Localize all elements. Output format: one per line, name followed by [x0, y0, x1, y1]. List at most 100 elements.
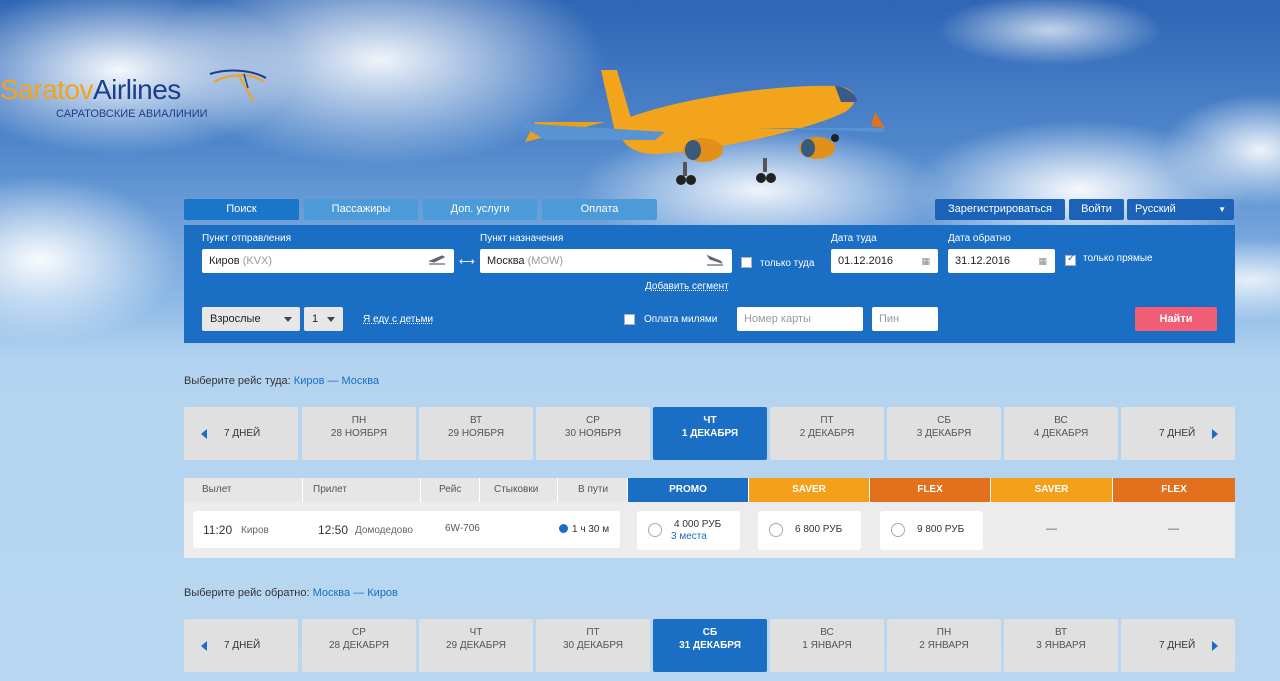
passenger-type-value: Взрослые [210, 313, 261, 325]
day-date: 1 ДЕКАБРЯ [681, 428, 739, 439]
inbound-day[interactable]: ВС 1 ЯНВАРЯ [770, 619, 884, 672]
inbound-day-selected[interactable]: СБ 31 ДЕКАБРЯ [653, 619, 767, 672]
inbound-day[interactable]: ЧТ 29 ДЕКАБРЯ [419, 619, 533, 672]
outbound-day[interactable]: ПН 28 НОЯБРЯ [302, 407, 416, 460]
origin-field[interactable]: Киров (KVX) [202, 249, 454, 273]
flight-results-table: Вылет Прилет Рейс Стыковки В пути PROMO … [184, 478, 1235, 558]
one-way-checkbox[interactable] [741, 257, 752, 268]
login-button[interactable]: Войти [1069, 199, 1124, 220]
destination-field[interactable]: Москва (MOW) [480, 249, 732, 273]
outbound-next-week-button[interactable]: 7 ДНЕЙ [1121, 407, 1235, 460]
search-panel: Пункт отправления Киров (KVX) ⟷ Пункт на… [184, 225, 1235, 343]
inbound-next-label: 7 ДНЕЙ [1159, 640, 1196, 651]
card-number-input[interactable]: Номер карты [737, 307, 863, 331]
inbound-next-week-button[interactable]: 7 ДНЕЙ [1121, 619, 1235, 672]
with-children-link[interactable]: Я еду с детьми [363, 314, 433, 325]
outbound-title-prefix: Выберите рейс туда: [184, 375, 291, 387]
day-date: 4 ДЕКАБРЯ [1033, 428, 1089, 439]
fare-option-flex[interactable]: 9 800 РУБ [880, 511, 983, 550]
day-weekday: ВТ [469, 415, 483, 426]
origin-label: Пункт отправления [202, 233, 292, 244]
day-weekday: ЧТ [703, 415, 717, 426]
chevron-down-icon: ▼ [1218, 205, 1226, 214]
passenger-type-select[interactable]: Взрослые [202, 307, 300, 331]
logo-swoosh-icon [209, 69, 267, 103]
day-weekday: ПН [351, 415, 367, 426]
brand-name: SaratovAirlines [0, 74, 181, 106]
takeoff-icon [428, 255, 446, 265]
chevron-right-icon [1212, 641, 1218, 651]
return-date-label: Дата обратно [948, 233, 1011, 244]
day-date: 2 ДЕКАБРЯ [799, 428, 855, 439]
outbound-day-selected[interactable]: ЧТ 1 ДЕКАБРЯ [653, 407, 767, 460]
airplane-illustration [515, 70, 885, 185]
day-weekday: ПН [936, 627, 952, 638]
fare-radio[interactable] [648, 523, 662, 537]
destination-label: Пункт назначения [480, 233, 564, 244]
direct-only-checkbox[interactable] [1065, 253, 1076, 266]
outbound-day[interactable]: ВТ 29 НОЯБРЯ [419, 407, 533, 460]
find-button[interactable]: Найти [1135, 307, 1217, 331]
tab-search[interactable]: Поиск [184, 199, 299, 220]
chevron-down-icon [327, 317, 335, 322]
register-button[interactable]: Зарегистрироваться [935, 199, 1065, 220]
pin-input[interactable]: Пин [872, 307, 938, 331]
brand-logo[interactable]: SaratovAirlines САРАТОВСКИЕ АВИАЛИНИИ [0, 68, 280, 128]
day-date: 29 ДЕКАБРЯ [445, 640, 507, 651]
inbound-title: Выберите рейс обратно: Москва — Киров [184, 587, 398, 599]
inbound-day[interactable]: СР 28 ДЕКАБРЯ [302, 619, 416, 672]
day-date: 3 ЯНВАРЯ [1036, 640, 1086, 651]
calendar-icon: ▦ [921, 256, 930, 266]
inbound-prev-week-button[interactable]: 7 ДНЕЙ [184, 619, 298, 672]
flight-number: 6W-706 [445, 523, 480, 534]
inbound-day[interactable]: ВТ 3 ЯНВАРЯ [1004, 619, 1118, 672]
fare-header-promo: PROMO [628, 478, 749, 502]
outbound-day[interactable]: ПТ 2 ДЕКАБРЯ [770, 407, 884, 460]
day-date: 30 НОЯБРЯ [564, 428, 622, 439]
inbound-prev-label: 7 ДНЕЙ [224, 640, 261, 651]
fare-price: 6 800 РУБ [795, 524, 843, 535]
swap-icon[interactable]: ⟷ [459, 255, 475, 268]
fare-option-promo[interactable]: 4 000 РУБ 3 места [637, 511, 740, 550]
depart-date-field[interactable]: 01.12.2016 ▦ [831, 249, 938, 273]
day-weekday: ПТ [820, 415, 834, 426]
fare-radio[interactable] [769, 523, 783, 537]
outbound-next-label: 7 ДНЕЙ [1159, 428, 1196, 439]
tab-passengers[interactable]: Пассажиры [304, 199, 418, 220]
day-weekday: ВС [1054, 415, 1068, 426]
add-segment-link[interactable]: Добавить сегмент [645, 281, 729, 292]
pin-placeholder: Пин [879, 313, 900, 325]
fare-radio[interactable] [891, 523, 905, 537]
outbound-date-strip: 7 ДНЕЙ ПН 28 НОЯБРЯ ВТ 29 НОЯБРЯ СР 30 НОЯБ… [184, 407, 1235, 460]
passenger-count-select[interactable]: 1 [304, 307, 343, 331]
direct-only-label: только прямые [1083, 253, 1153, 264]
return-date-field[interactable]: 31.12.2016 ▦ [948, 249, 1055, 273]
origin-code: (KVX) [242, 255, 273, 267]
flight-row[interactable]: 11:20 Киров 12:50 Домодедово 6W-706 1 ч … [193, 511, 620, 548]
inbound-date-strip: 7 ДНЕЙ СР 28 ДЕКАБРЯ ЧТ 29 ДЕКАБРЯ ПТ 30 ДЕ… [184, 619, 1235, 672]
passenger-count-value: 1 [312, 313, 319, 325]
inbound-day[interactable]: ПН 2 ЯНВАРЯ [887, 619, 1001, 672]
day-date: 28 НОЯБРЯ [330, 428, 388, 439]
outbound-day[interactable]: СБ 3 ДЕКАБРЯ [887, 407, 1001, 460]
arr-airport: Домодедово [355, 525, 413, 536]
inbound-day[interactable]: ПТ 30 ДЕКАБРЯ [536, 619, 650, 672]
origin-city: Киров [209, 255, 240, 267]
tab-extras[interactable]: Доп. услуги [423, 199, 537, 220]
pay-miles-checkbox[interactable] [624, 314, 635, 325]
language-select[interactable]: Русский ▼ [1127, 199, 1234, 220]
day-weekday: СР [352, 627, 366, 638]
header-arrive: Прилет [303, 478, 421, 502]
inbound-title-prefix: Выберите рейс обратно: [184, 587, 310, 599]
day-weekday: СР [586, 415, 600, 426]
day-date: 2 ЯНВАРЯ [919, 640, 969, 651]
outbound-prev-week-button[interactable]: 7 ДНЕЙ [184, 407, 298, 460]
depart-date-label: Дата туда [831, 233, 877, 244]
outbound-day[interactable]: ВС 4 ДЕКАБРЯ [1004, 407, 1118, 460]
fare-header-saver-2: SAVER [991, 478, 1113, 502]
one-way-label: только туда [760, 258, 815, 269]
outbound-day[interactable]: СР 30 НОЯБРЯ [536, 407, 650, 460]
tab-payment[interactable]: Оплата [542, 199, 657, 220]
fare-option-saver[interactable]: 6 800 РУБ [758, 511, 861, 550]
day-date: 28 ДЕКАБРЯ [328, 640, 390, 651]
